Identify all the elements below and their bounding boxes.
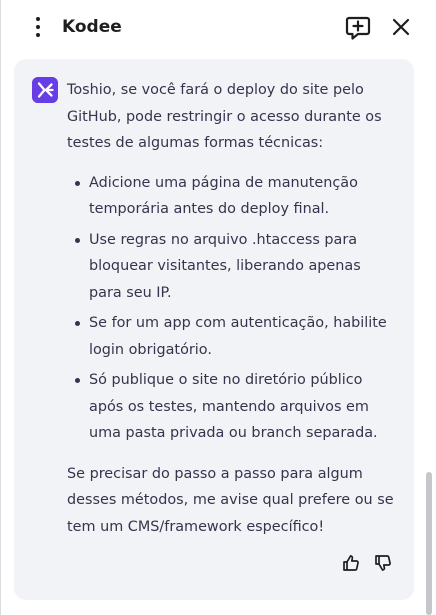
thumbs-down-icon[interactable] — [374, 554, 392, 572]
more-vertical-icon[interactable] — [24, 13, 52, 41]
thumbs-up-icon[interactable] — [342, 554, 360, 572]
assistant-message-card: Toshio, se você fará o deploy do site pe… — [14, 59, 414, 600]
list-item: Adicione uma página de manutenção tempor… — [75, 170, 397, 223]
scrollbar-thumb[interactable] — [426, 472, 432, 615]
message-outro: Se precisar do passo a passo para algum … — [67, 465, 394, 535]
message-intro: Toshio, se você fará o deploy do site pe… — [67, 82, 382, 151]
chat-title: Kodee — [62, 17, 122, 37]
list-item: Se for um app com autenticação, habilite… — [75, 310, 397, 363]
message-body: Toshio, se você fará o deploy do site pe… — [67, 77, 397, 540]
list-item: Use regras no arquivo .htaccess para blo… — [75, 227, 397, 307]
close-icon[interactable] — [388, 14, 414, 40]
panel-border — [0, 0, 1, 615]
kodee-logo-icon — [32, 77, 58, 103]
chat-plus-icon[interactable] — [343, 13, 373, 43]
suggestion-list: Adicione uma página de manutenção tempor… — [67, 170, 397, 447]
list-item: Só publique o site no diretório público … — [75, 367, 397, 447]
chat-header: Kodee — [0, 0, 436, 54]
